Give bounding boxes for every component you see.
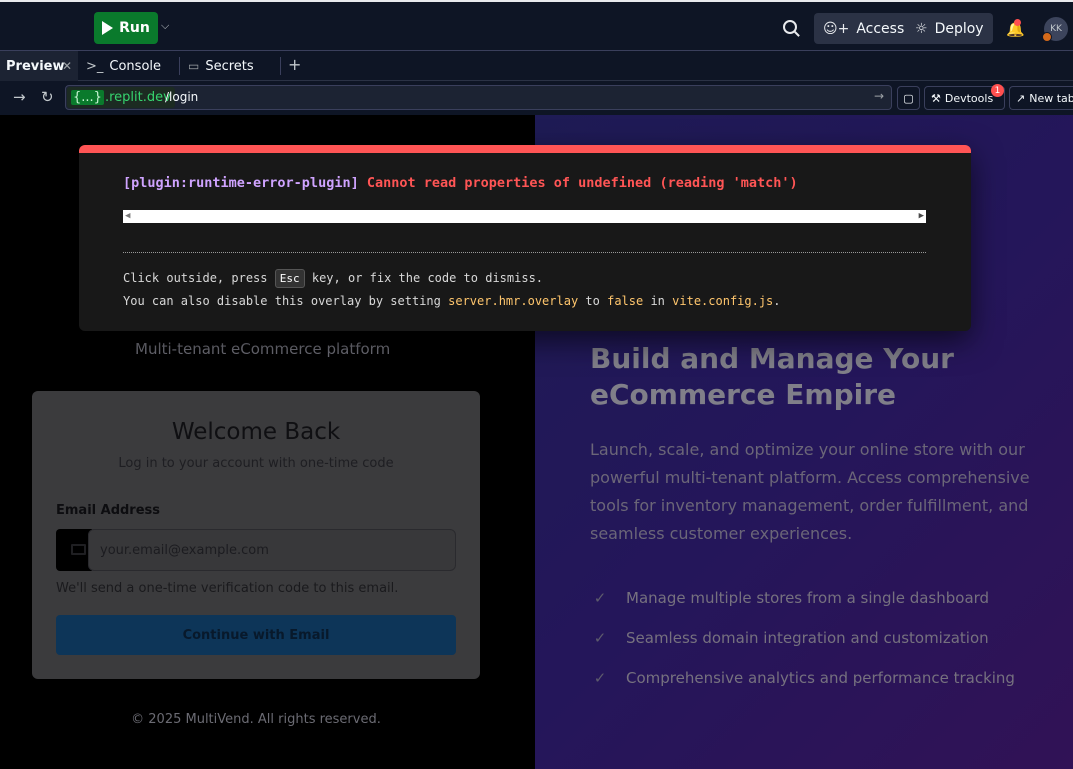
run-label: Run	[119, 20, 150, 36]
overlay-tip-disable: You can also disable this overlay by set…	[123, 294, 781, 308]
workspace-header: Run ⌵ ☺+ Access ☼ Deploy 🔔 KK	[0, 0, 1073, 51]
tab-secrets-label: Secrets	[205, 58, 254, 74]
check-icon: ✓	[593, 629, 607, 647]
access-button[interactable]: ☺+ Access	[814, 13, 914, 44]
email-label: Email Address	[56, 503, 161, 518]
tab-divider	[280, 57, 281, 75]
domain-text: .replit.dev	[104, 90, 171, 105]
domain-brace: {...}	[71, 90, 104, 105]
error-plugin: [plugin:runtime-error-plugin]	[123, 175, 359, 191]
error-message: [plugin:runtime-error-plugin] Cannot rea…	[123, 175, 798, 191]
check-icon: ✓	[593, 589, 607, 607]
device-toggle-button[interactable]: ▢	[897, 86, 920, 110]
code-false: false	[607, 294, 644, 308]
hero-title: Build and Manage Your eCommerce Empire	[590, 342, 954, 411]
tab-preview-label: Preview	[6, 58, 65, 74]
tip-text: You can also disable this overlay by set…	[123, 294, 441, 308]
wrench-icon: ⚒	[931, 91, 941, 105]
new-tab-label: New tab	[1029, 91, 1073, 105]
tip-text: .	[773, 294, 781, 308]
tip-text: Click outside, press	[123, 271, 268, 285]
deploy-button[interactable]: ☼ Deploy	[906, 13, 993, 44]
login-card: Welcome Back Log in to your account with…	[32, 391, 480, 679]
url-domain[interactable]: {...} .replit.dev	[67, 87, 175, 108]
code-config-key: server.hmr.overlay	[448, 294, 579, 308]
code-filename: vite.config.js	[672, 294, 774, 308]
feature-text: Manage multiple stores from a single das…	[626, 589, 990, 607]
tab-divider	[179, 57, 180, 75]
overlay-tip-dismiss: Click outside, press Esc key, or fix the…	[123, 269, 543, 288]
hero-body: Launch, scale, and optimize your online …	[590, 440, 1030, 543]
tip-text: key, or fix the code to dismiss.	[311, 271, 544, 285]
arrow-right-icon[interactable]: →	[13, 88, 26, 106]
tab-console-label: Console	[109, 58, 162, 74]
devtools-badge: 1	[991, 84, 1004, 97]
list-item: ✓ Manage multiple stores from a single d…	[590, 578, 1015, 618]
access-label: Access	[856, 20, 905, 37]
deploy-icon: ☼	[915, 20, 928, 37]
mail-icon	[71, 544, 86, 555]
card-subtitle: Log in to your account with one-time cod…	[118, 456, 394, 471]
tab-console[interactable]: >_ Console	[80, 51, 178, 81]
external-link-icon: ↗	[1016, 91, 1026, 105]
feature-text: Comprehensive analytics and performance …	[626, 669, 1015, 687]
feature-text: Seamless domain integration and customiz…	[626, 629, 989, 647]
overlay-divider	[123, 252, 926, 253]
url-path[interactable]: /login	[165, 90, 198, 104]
notification-dot	[1014, 19, 1021, 26]
tagline: Multi-tenant eCommerce platform	[135, 340, 391, 358]
run-button[interactable]: Run	[94, 12, 158, 44]
go-arrow-icon[interactable]: →	[874, 89, 884, 103]
devtools-label: Devtools	[944, 91, 994, 105]
tab-secrets[interactable]: ▭ Secrets	[182, 51, 280, 81]
monitor-icon: ▢	[903, 91, 914, 105]
avatar-badge	[1042, 32, 1052, 42]
reload-icon[interactable]: ↻	[41, 88, 54, 106]
email-hint: We'll send a one-time verification code …	[56, 581, 399, 596]
terminal-icon: >_	[86, 58, 104, 74]
footer-copyright: © 2025 MultiVend. All rights reserved.	[131, 712, 381, 727]
scroll-right-icon[interactable]: ▶	[919, 211, 924, 221]
tab-bar: Preview ✕ >_ Console ▭ Secrets	[0, 51, 1073, 81]
tip-text: to	[585, 294, 600, 308]
continue-button[interactable]: Continue with Email	[56, 615, 456, 655]
add-tab-icon[interactable]: +	[288, 55, 301, 74]
chevron-down-icon[interactable]: ⌵	[161, 19, 169, 33]
list-item: ✓ Seamless domain integration and custom…	[590, 618, 1015, 658]
error-text: Cannot read properties of undefined (rea…	[366, 175, 798, 191]
list-item: ✓ Comprehensive analytics and performanc…	[590, 658, 1015, 698]
card-title: Welcome Back	[171, 419, 341, 445]
error-overlay[interactable]: [plugin:runtime-error-plugin] Cannot rea…	[79, 145, 971, 331]
feature-list: ✓ Manage multiple stores from a single d…	[590, 578, 1015, 698]
code-frame-scrollbar[interactable]: ◀ ▶	[123, 210, 926, 223]
preview-pane: Multi-tenant eCommerce platform Welcome …	[0, 115, 1073, 769]
close-icon[interactable]: ✕	[62, 59, 72, 73]
lock-icon: ▭	[188, 59, 200, 73]
tip-text: in	[650, 294, 665, 308]
play-icon	[102, 21, 114, 35]
tab-preview[interactable]: Preview ✕	[0, 51, 78, 81]
deploy-label: Deploy	[934, 20, 984, 37]
add-user-icon: ☺+	[823, 20, 850, 37]
check-icon: ✓	[593, 669, 607, 687]
esc-key: Esc	[274, 269, 305, 288]
scroll-left-icon[interactable]: ◀	[125, 211, 130, 221]
search-icon[interactable]	[783, 20, 797, 34]
new-tab-button[interactable]: ↗ New tab	[1009, 86, 1073, 110]
email-field[interactable]	[88, 529, 456, 571]
